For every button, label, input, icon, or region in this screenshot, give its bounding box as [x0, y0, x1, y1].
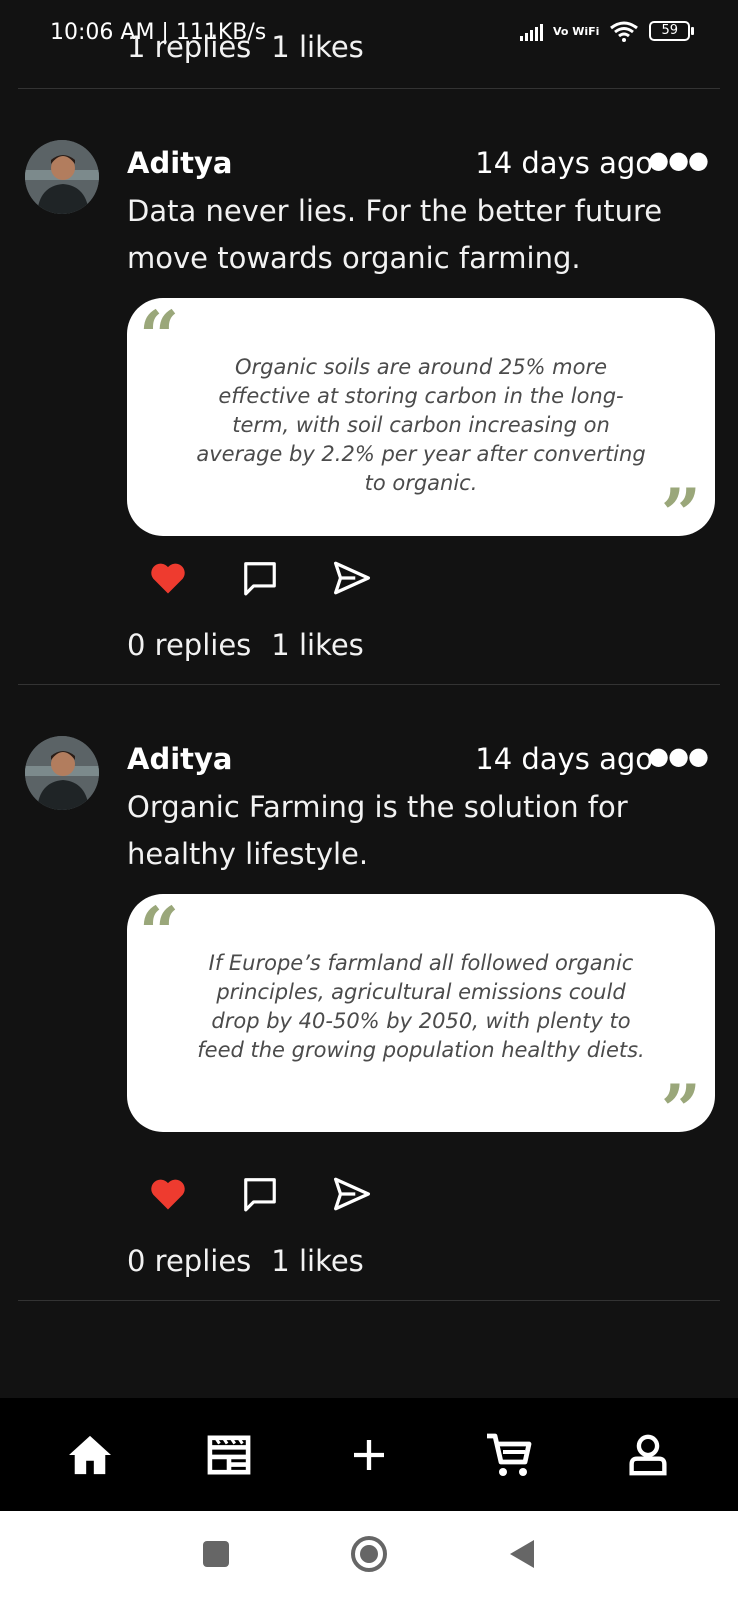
- post-stats: 0 replies 1 likes: [127, 1244, 384, 1278]
- share-send-icon[interactable]: [332, 558, 372, 598]
- quote-text: If Europe’s farmland all followed organi…: [197, 951, 645, 1062]
- like-heart-icon[interactable]: [148, 558, 188, 598]
- quote-open-icon: “: [139, 891, 180, 974]
- bottom-nav: [0, 1398, 738, 1511]
- comment-icon[interactable]: [240, 558, 280, 598]
- quote-card: “ If Europe’s farmland all followed orga…: [127, 891, 715, 1146]
- replies-count[interactable]: 0 replies: [127, 1244, 251, 1278]
- divider: [18, 1300, 720, 1301]
- wifi-icon: [610, 21, 639, 42]
- cart-icon[interactable]: [479, 1425, 539, 1485]
- vowifi-label: Vo WiFi: [552, 24, 600, 38]
- likes-count[interactable]: 1 likes: [271, 1244, 364, 1278]
- like-heart-icon[interactable]: [148, 1174, 188, 1214]
- comment-icon[interactable]: [240, 1174, 280, 1214]
- quote-close-icon: ”: [660, 1069, 701, 1152]
- system-nav-bar: [0, 1511, 738, 1600]
- likes-count[interactable]: 1 likes: [271, 628, 364, 662]
- feed-icon[interactable]: [199, 1425, 259, 1485]
- post-text: Organic Farming is the solution for heal…: [127, 790, 628, 871]
- quote-close-icon: ”: [660, 473, 701, 556]
- post-actions: [148, 558, 372, 598]
- add-icon[interactable]: [339, 1425, 399, 1485]
- status-icons: Vo WiFi 59: [519, 20, 694, 42]
- post-text: Data never lies. For the better future m…: [127, 194, 663, 275]
- post-time: 14 days ago: [475, 146, 653, 180]
- avatar[interactable]: [25, 736, 99, 810]
- divider: [18, 88, 720, 89]
- likes-count[interactable]: 1 likes: [271, 30, 364, 64]
- back-triangle-icon[interactable]: [508, 1538, 536, 1574]
- avatar[interactable]: [25, 140, 99, 214]
- replies-count[interactable]: 1 replies: [127, 30, 251, 64]
- divider: [18, 684, 720, 685]
- more-options-icon[interactable]: ●●●: [648, 742, 709, 770]
- post-time: 14 days ago: [475, 742, 653, 776]
- quote-open-icon: “: [139, 295, 180, 378]
- profile-icon[interactable]: [618, 1425, 678, 1485]
- quote-text: Organic soils are around 25% more effect…: [196, 355, 646, 495]
- post-actions: [148, 1174, 372, 1214]
- previous-post-stats: 1 replies 1 likes: [127, 30, 384, 64]
- share-send-icon[interactable]: [332, 1174, 372, 1214]
- replies-count[interactable]: 0 replies: [127, 628, 251, 662]
- home-circle-icon[interactable]: [350, 1535, 388, 1577]
- quote-card: “ Organic soils are around 25% more effe…: [127, 295, 715, 550]
- battery-icon: 59: [649, 21, 694, 41]
- recents-square-icon[interactable]: [202, 1540, 230, 1572]
- post-stats: 0 replies 1 likes: [127, 628, 384, 662]
- home-icon[interactable]: [60, 1425, 120, 1485]
- post-author[interactable]: Aditya: [127, 742, 232, 776]
- post-author[interactable]: Aditya: [127, 146, 232, 180]
- more-options-icon[interactable]: ●●●: [648, 146, 709, 174]
- signal-icon: [519, 21, 543, 41]
